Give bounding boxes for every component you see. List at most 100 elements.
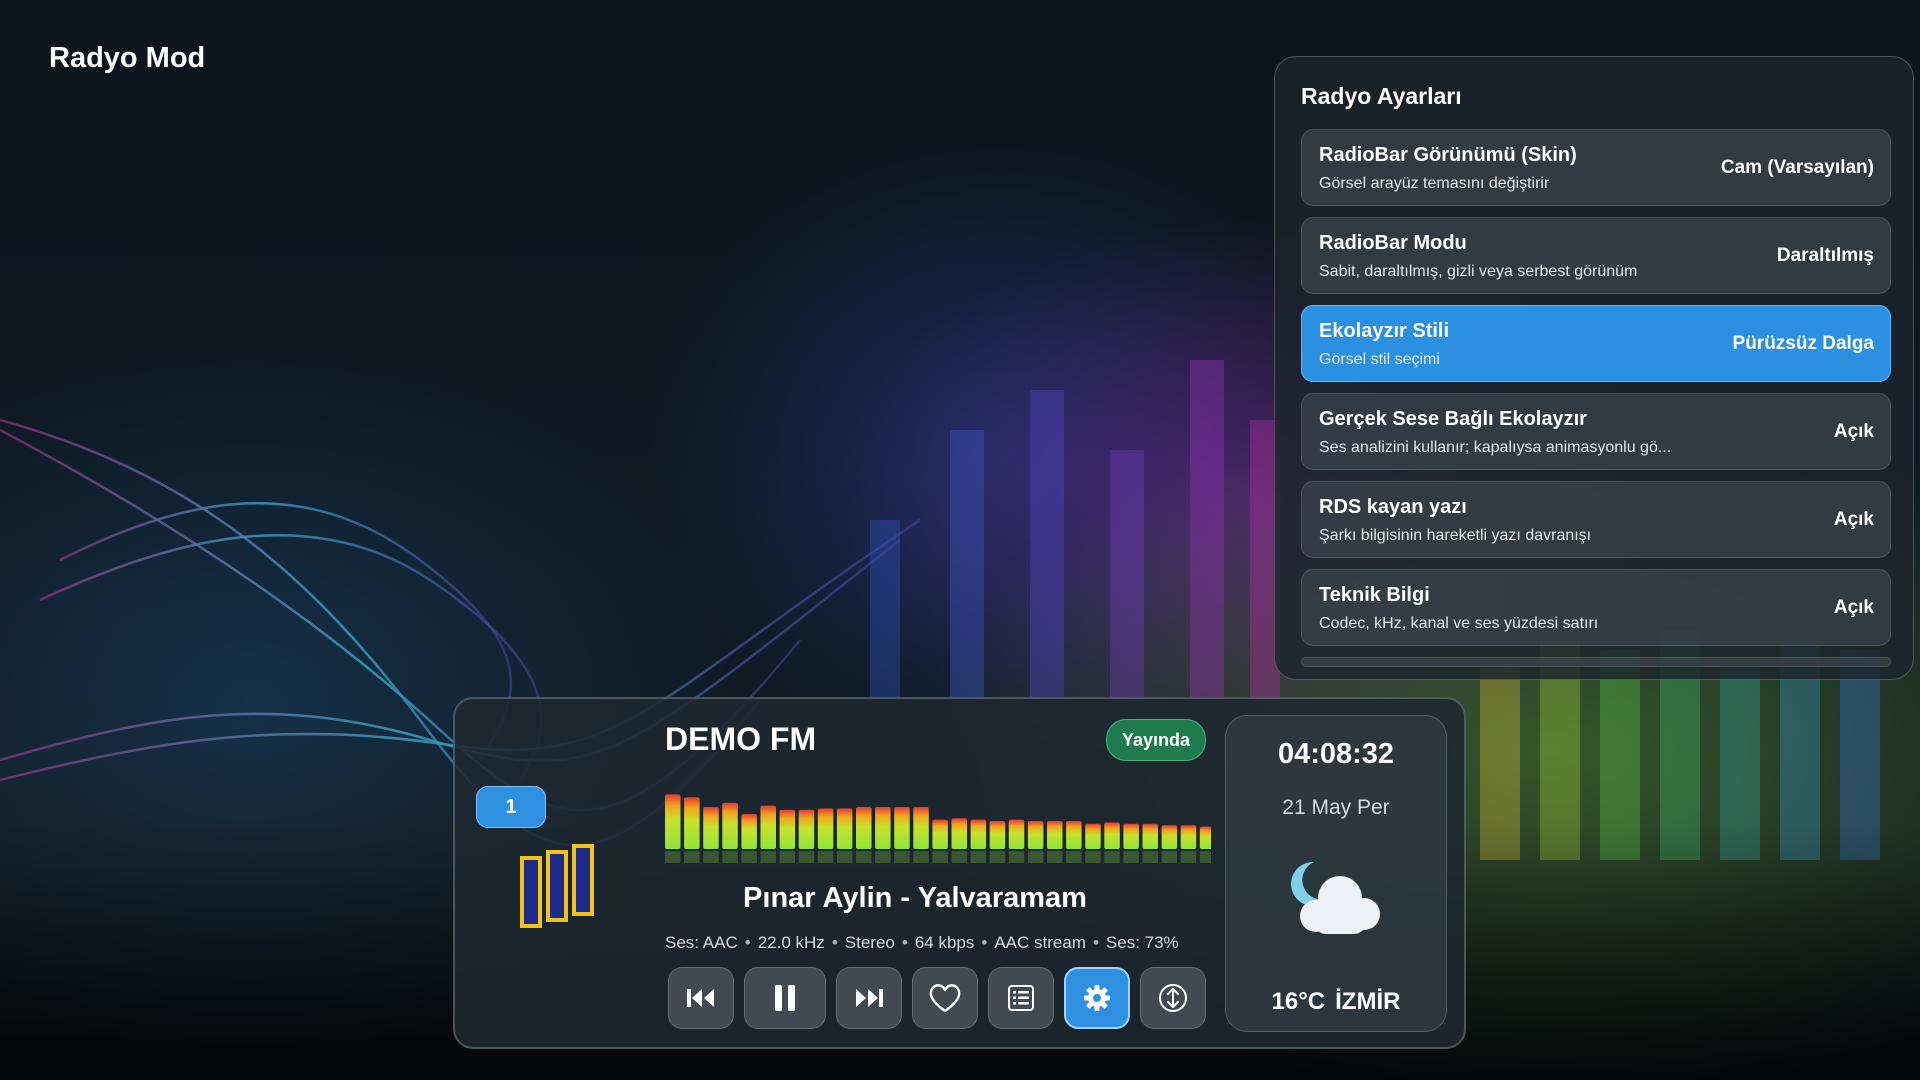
technical-info-line: Ses: AAC • 22.0 kHz • Stereo • 64 kbps • AAC str… bbox=[665, 933, 1179, 952]
equalizer-bar bbox=[798, 809, 815, 849]
setting-equalizer-style[interactable]: Ekolayzır Stili Görsel stil seçimi Pürüz… bbox=[1301, 305, 1891, 382]
up-down-arrows-icon bbox=[1159, 984, 1187, 1012]
night-cloudy-icon bbox=[1291, 861, 1380, 934]
equalizer-reflection bbox=[741, 851, 757, 863]
equalizer-bar bbox=[951, 818, 967, 849]
setting-technical-info[interactable]: Teknik Bilgi Codec, kHz, kanal ve ses yü… bbox=[1301, 569, 1891, 646]
skip-next-icon bbox=[856, 989, 883, 1007]
playlist-button[interactable] bbox=[988, 967, 1054, 1029]
song-title: Pınar Aylin - Yalvaramam bbox=[743, 882, 1087, 914]
equalizer-reflection bbox=[1161, 851, 1178, 863]
equalizer-bar bbox=[1085, 823, 1101, 849]
equalizer-bar bbox=[1104, 822, 1120, 849]
equalizer-bar bbox=[970, 819, 987, 849]
equalizer-bar bbox=[894, 807, 910, 849]
settings-panel: Radyo Ayarları RadioBar Görünümü (Skin) … bbox=[1274, 56, 1914, 680]
equalizer-reflection bbox=[722, 851, 738, 863]
equalizer-bar bbox=[989, 821, 1006, 849]
equalizer-reflection bbox=[836, 851, 853, 863]
settings-list: RadioBar Görünümü (Skin) Görsel arayüz t… bbox=[1301, 129, 1891, 678]
setting-next-partial[interactable] bbox=[1301, 657, 1891, 667]
equalizer-reflection bbox=[1123, 851, 1139, 863]
equalizer-reflection bbox=[894, 851, 910, 863]
setting-description: Şarkı bilgisinin hareketli yazı davranış… bbox=[1319, 527, 1592, 544]
favorite-button[interactable] bbox=[912, 967, 978, 1029]
pause-button[interactable] bbox=[744, 967, 826, 1029]
clock-date: 21 May Per bbox=[1282, 796, 1390, 819]
stream-type-label: AAC stream bbox=[994, 933, 1086, 952]
equalizer-bar bbox=[1047, 821, 1063, 849]
equalizer bbox=[665, 794, 1211, 863]
equalizer-bar bbox=[684, 797, 700, 849]
equalizer-bar bbox=[836, 808, 853, 849]
equalizer-bar bbox=[703, 807, 719, 849]
equalizer-bar bbox=[1123, 823, 1139, 849]
setting-name: Gerçek Sese Bağlı Ekolayzır bbox=[1319, 408, 1587, 430]
equalizer-bar bbox=[1008, 819, 1025, 849]
equalizer-reflection bbox=[970, 851, 987, 863]
setting-name: Teknik Bilgi bbox=[1319, 584, 1430, 606]
codec-label: Ses: AAC bbox=[665, 933, 738, 952]
setting-radiobar-mode[interactable]: RadioBar Modu Sabit, daraltılmış, gizli … bbox=[1301, 217, 1891, 294]
equalizer-reflection bbox=[875, 851, 891, 863]
equalizer-reflection bbox=[951, 851, 967, 863]
equalizer-bar bbox=[665, 794, 681, 849]
setting-value: Pürüzsüz Dalga bbox=[1732, 333, 1874, 354]
setting-description: Ses analizini kullanır; kapalıysa animas… bbox=[1319, 439, 1672, 456]
channel-mode-label: Stereo bbox=[844, 933, 895, 952]
equalizer-bar bbox=[817, 808, 834, 849]
equalizer-reflection bbox=[1047, 851, 1063, 863]
channel-number-badge[interactable]: 1 bbox=[476, 786, 546, 828]
previous-button[interactable] bbox=[668, 967, 734, 1029]
equalizer-bar bbox=[1027, 821, 1044, 849]
setting-audio-reactive-equalizer[interactable]: Gerçek Sese Bağlı Ekolayzır Ses analizin… bbox=[1301, 393, 1891, 470]
skip-previous-icon bbox=[687, 989, 714, 1007]
volume-label: Ses: 73% bbox=[1105, 933, 1179, 952]
setting-description: Görsel arayüz temasını değiştirir bbox=[1319, 175, 1550, 192]
setting-value: Açık bbox=[1833, 509, 1874, 530]
settings-title: Radyo Ayarları bbox=[1301, 83, 1462, 109]
equalizer-bar bbox=[1199, 826, 1211, 849]
setting-value: Daraltılmış bbox=[1776, 245, 1874, 266]
equalizer-bar bbox=[932, 819, 948, 849]
equalizer-bar bbox=[1142, 823, 1158, 849]
equalizer-reflection bbox=[913, 851, 929, 863]
live-badge: Yayında bbox=[1106, 719, 1206, 761]
equalizer-bar bbox=[760, 805, 776, 849]
settings-button[interactable] bbox=[1064, 967, 1130, 1029]
station-name: DEMO FM bbox=[665, 721, 817, 757]
equalizer-reflection bbox=[798, 851, 815, 863]
equalizer-bar bbox=[1180, 825, 1197, 849]
equalizer-bar bbox=[741, 814, 757, 849]
setting-rds-scroll[interactable]: RDS kayan yazı Şarkı bilgisinin hareketl… bbox=[1301, 481, 1891, 558]
next-button[interactable] bbox=[836, 967, 902, 1029]
setting-skin[interactable]: RadioBar Görünümü (Skin) Görsel arayüz t… bbox=[1301, 129, 1891, 206]
equalizer-reflection bbox=[932, 851, 948, 863]
equalizer-bar bbox=[875, 807, 891, 849]
equalizer-reflection bbox=[817, 851, 834, 863]
equalizer-reflection bbox=[703, 851, 719, 863]
setting-description: Sabit, daraltılmış, gizli veya serbest g… bbox=[1319, 263, 1638, 280]
equalizer-reflection bbox=[1085, 851, 1101, 863]
equalizer-reflection bbox=[760, 851, 776, 863]
equalizer-reflection bbox=[1027, 851, 1044, 863]
heart-icon bbox=[929, 984, 961, 1013]
equalizer-bar bbox=[779, 809, 796, 849]
setting-description: Codec, kHz, kanal ve ses yüzdesi satırı bbox=[1319, 615, 1599, 632]
setting-description: Görsel stil seçimi bbox=[1319, 351, 1440, 368]
equalizer-reflection bbox=[1180, 851, 1197, 863]
equalizer-reflection bbox=[989, 851, 1006, 863]
equalizer-reflection bbox=[856, 851, 872, 863]
mode-button[interactable] bbox=[1140, 967, 1206, 1029]
setting-name: Ekolayzır Stili bbox=[1319, 320, 1450, 342]
equalizer-bar bbox=[856, 807, 872, 849]
equalizer-bar bbox=[1066, 821, 1082, 849]
clock-time: 04:08:32 bbox=[1277, 738, 1395, 770]
equalizer-bar bbox=[913, 807, 929, 849]
station-logo bbox=[520, 844, 594, 928]
pause-icon bbox=[775, 985, 795, 1011]
equalizer-reflection bbox=[1142, 851, 1158, 863]
app-title: Radyo Mod bbox=[49, 42, 206, 74]
setting-name: RadioBar Modu bbox=[1319, 232, 1467, 254]
equalizer-reflection bbox=[1104, 851, 1120, 863]
